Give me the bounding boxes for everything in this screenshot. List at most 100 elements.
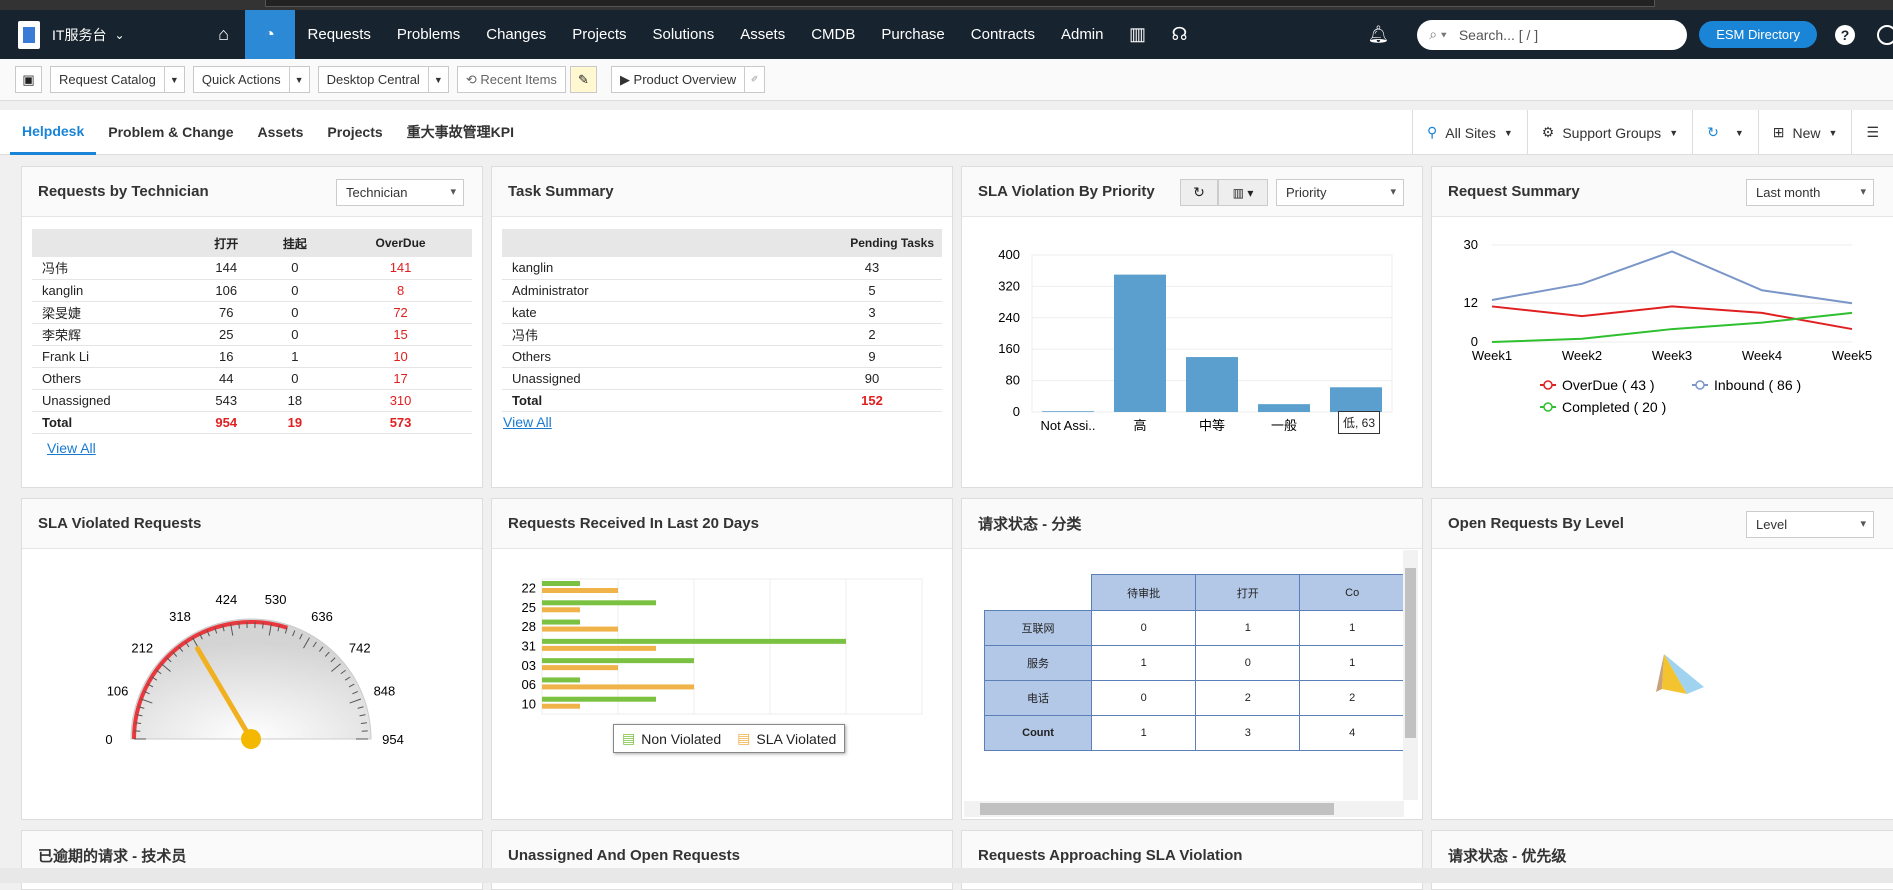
y-tick-label: 240 [998, 310, 1020, 325]
headset-icon[interactable]: ☊ [1159, 10, 1201, 59]
tab-4[interactable]: 重大事故管理KPI [395, 110, 526, 155]
refresh-dropdown[interactable]: ↻▼ [1692, 110, 1758, 155]
menu-icon[interactable]: ☰ [1851, 110, 1893, 155]
vertical-scrollbar[interactable] [1403, 550, 1418, 800]
sla-violation-priority-widget: SLA Violation By Priority ↻ ▥ ▾ Priority… [961, 166, 1423, 488]
view-all-link[interactable]: View All [503, 414, 552, 430]
bar[interactable] [542, 620, 580, 625]
table-row[interactable]: kanglin10608 [32, 279, 472, 301]
home-icon[interactable]: ⌂ [203, 10, 245, 59]
table-row[interactable]: 冯伟1440141 [32, 257, 472, 279]
bar[interactable] [542, 677, 580, 682]
table-row[interactable]: Unassigned90 [502, 367, 942, 389]
search-input[interactable]: ⌕ ▾ Search... [ / ] [1417, 20, 1687, 50]
help-icon[interactable]: ? [1835, 25, 1855, 45]
nav-item-solutions[interactable]: Solutions [639, 10, 727, 59]
nav-item-assets[interactable]: Assets [727, 10, 798, 59]
x-tick-label: Week2 [1562, 348, 1602, 363]
product-overview-button[interactable]: ▶ Product Overview✐ [611, 66, 765, 93]
legend-label[interactable]: Inbound ( 86 ) [1714, 377, 1801, 393]
bar[interactable] [542, 581, 580, 586]
nav-item-changes[interactable]: Changes [473, 10, 559, 59]
bar[interactable] [542, 658, 694, 663]
table-row[interactable]: Total152 [502, 389, 942, 411]
caret-down-icon[interactable]: ▼ [428, 67, 448, 92]
horizontal-scrollbar[interactable] [964, 801, 1404, 817]
table-row[interactable]: Others9 [502, 345, 942, 367]
technician-select[interactable]: Technician [336, 179, 464, 206]
bar[interactable] [542, 600, 656, 605]
tab-0[interactable]: Helpdesk [10, 110, 96, 155]
nav-item-admin[interactable]: Admin [1048, 10, 1117, 59]
legend-label[interactable]: OverDue ( 43 ) [1562, 377, 1655, 393]
bar[interactable] [542, 697, 656, 702]
new-request-icon[interactable]: ▣ [15, 66, 42, 93]
level-select[interactable]: Level [1746, 511, 1874, 538]
table-row[interactable]: 梁旻婕76072 [32, 301, 472, 323]
pin-icon[interactable]: ✐ [744, 67, 764, 92]
table-row[interactable]: Unassigned54318310 [32, 389, 472, 411]
y-tick-label: 10 [522, 696, 536, 711]
bar[interactable] [542, 588, 618, 593]
table-row[interactable]: Administrator5 [502, 279, 942, 301]
app-name[interactable]: IT服务台 [52, 25, 106, 45]
bar[interactable] [1042, 411, 1094, 412]
bar[interactable] [1186, 357, 1238, 412]
legend-marker [1696, 381, 1704, 389]
avatar[interactable] [1877, 25, 1893, 45]
nav-item-requests[interactable]: Requests [295, 10, 384, 59]
notes-icon[interactable]: ✎ [570, 66, 597, 93]
reports-icon[interactable]: ▥ [1117, 10, 1159, 59]
bar[interactable] [1258, 404, 1310, 412]
refresh-icon[interactable]: ↻ [1180, 179, 1218, 206]
bar[interactable] [542, 704, 580, 709]
quick-actions-button[interactable]: Quick Actions▼ [193, 66, 310, 93]
period-select[interactable]: Last month [1746, 179, 1874, 206]
widget-title: Requests Approaching SLA Violation [978, 847, 1242, 864]
dashboard-icon[interactable]: ◔ [245, 10, 295, 59]
priority-select[interactable]: Priority [1276, 179, 1404, 206]
new-widget-dropdown[interactable]: ⊞New▼ [1758, 110, 1852, 155]
app-logo-icon[interactable] [18, 21, 40, 49]
nav-item-purchase[interactable]: Purchase [868, 10, 957, 59]
esm-directory-button[interactable]: ESM Directory [1699, 21, 1817, 48]
legend-marker [1544, 403, 1552, 411]
nav-item-problems[interactable]: Problems [384, 10, 473, 59]
caret-down-icon[interactable]: ▼ [289, 67, 309, 92]
tab-1[interactable]: Problem & Change [96, 110, 245, 155]
nav-item-contracts[interactable]: Contracts [958, 10, 1048, 59]
bar[interactable] [542, 607, 580, 612]
desktop-central-button[interactable]: Desktop Central▼ [318, 66, 449, 93]
bar[interactable] [542, 639, 846, 644]
request-catalog-button[interactable]: Request Catalog▼ [50, 66, 185, 93]
recent-items-button[interactable]: ⟲ Recent Items [457, 66, 566, 93]
tab-3[interactable]: Projects [315, 110, 394, 155]
nav-item-cmdb[interactable]: CMDB [798, 10, 868, 59]
legend-label[interactable]: Completed ( 20 ) [1562, 399, 1666, 415]
bar[interactable] [542, 665, 618, 670]
bar[interactable] [1114, 275, 1166, 412]
series-line[interactable] [1492, 313, 1852, 342]
bell-icon[interactable]: 🔔︎ [1368, 25, 1390, 45]
bar[interactable] [542, 684, 694, 689]
y-tick-label: 03 [522, 658, 536, 673]
bar[interactable] [1330, 387, 1382, 412]
nav-item-projects[interactable]: Projects [559, 10, 639, 59]
series-line[interactable] [1492, 251, 1852, 303]
table-row[interactable]: kanglin43 [502, 257, 942, 279]
chevron-down-icon[interactable]: ⌄ [114, 28, 124, 42]
support-groups-dropdown[interactable]: ⚙Support Groups▼ [1527, 110, 1692, 155]
table-row[interactable]: 冯伟2 [502, 323, 942, 345]
table-row[interactable]: 李荣辉25015 [32, 323, 472, 345]
table-row[interactable]: Others44017 [32, 367, 472, 389]
tab-2[interactable]: Assets [246, 110, 316, 155]
caret-down-icon[interactable]: ▼ [164, 67, 184, 92]
bar[interactable] [542, 627, 618, 632]
all-sites-dropdown[interactable]: ⚲All Sites▼ [1412, 110, 1527, 155]
table-row[interactable]: Frank Li16110 [32, 345, 472, 367]
chart-type-icon[interactable]: ▥ ▾ [1218, 179, 1268, 206]
view-all-link[interactable]: View All [47, 440, 96, 456]
table-row[interactable]: kate3 [502, 301, 942, 323]
table-row[interactable]: Total95419573 [32, 411, 472, 433]
bar[interactable] [542, 646, 656, 651]
